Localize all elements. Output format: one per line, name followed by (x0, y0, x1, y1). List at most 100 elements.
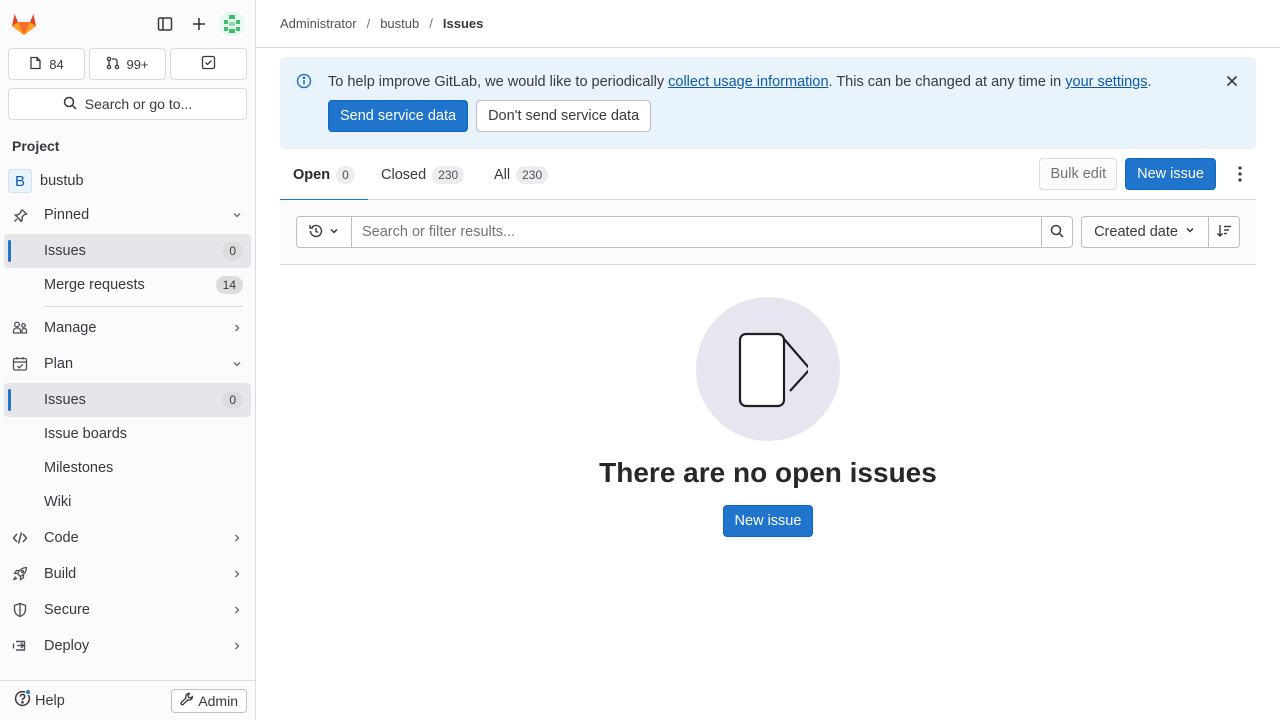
empty-state-title: There are no open issues (599, 457, 937, 488)
sidebar-header (0, 0, 255, 48)
section-title: Project (12, 138, 60, 154)
plan-issues-count-badge: 0 (222, 391, 243, 409)
your-settings-link[interactable]: your settings (1065, 74, 1147, 90)
chevron-right-icon (231, 604, 243, 616)
tab-all[interactable]: All 230 (494, 149, 549, 200)
search-button[interactable]: Search or go to... (8, 88, 247, 120)
planning-icon (12, 356, 28, 372)
chevron-right-icon (231, 322, 243, 334)
sidebar-item-merge-requests[interactable]: Merge requests 14 (4, 268, 251, 302)
history-icon (308, 223, 324, 242)
sort-direction-button[interactable] (1208, 216, 1240, 248)
issues-count: 84 (49, 56, 64, 72)
merge-requests-counter[interactable]: 99+ (89, 48, 166, 80)
counters: 84 99+ (0, 48, 255, 80)
todos-counter[interactable] (170, 48, 247, 80)
more-actions-icon[interactable] (1224, 158, 1256, 190)
sidebar-item-build[interactable]: Build (4, 557, 251, 591)
search-icon (1050, 224, 1064, 241)
sidebar-item-issue-boards[interactable]: Issue boards (4, 417, 251, 451)
chevron-right-icon (231, 640, 243, 652)
tab-closed[interactable]: Closed 230 (381, 149, 465, 200)
tab-count: 0 (336, 165, 355, 184)
search-icon (63, 96, 77, 113)
issues-icon (29, 56, 43, 73)
tab-label: All (494, 166, 511, 183)
admin-label: Admin (198, 692, 238, 709)
manage-label: Manage (44, 320, 97, 336)
breadcrumb-current[interactable]: Issues (443, 16, 483, 31)
issues-count-badge: 0 (222, 242, 243, 260)
merge-requests-count: 99+ (126, 56, 149, 72)
recent-searches-button[interactable] (296, 216, 352, 248)
create-new-icon[interactable] (183, 8, 215, 40)
project-avatar: B (8, 169, 32, 193)
sort-label: Created date (1094, 224, 1178, 240)
wrench-icon (180, 692, 194, 709)
breadcrumb-separator: / (366, 16, 371, 31)
sidebar-item-manage[interactable]: Manage (4, 311, 251, 345)
chevron-down-icon (328, 224, 340, 240)
sidebar-item-plan[interactable]: Plan (4, 347, 251, 381)
banner-text-after: . (1147, 74, 1152, 90)
empty-state-new-issue-button[interactable]: New issue (722, 505, 814, 537)
sort-field-dropdown[interactable]: Created date (1081, 216, 1209, 248)
issue-state-tabs: Open 0 Closed 230 All 230 Bulk edit New … (280, 149, 1256, 201)
build-label: Build (44, 566, 77, 582)
toggle-sidebar-icon[interactable] (149, 8, 181, 40)
issues-counter[interactable]: 84 (8, 48, 85, 80)
breadcrumb-separator: / (429, 16, 433, 31)
divider (44, 306, 243, 307)
tab-label: Closed (381, 166, 427, 183)
sidebar: 84 99+ Search or go to... Project B bust… (0, 0, 256, 720)
dont-send-service-data-button[interactable]: Don't send service data (476, 100, 652, 132)
usage-data-banner: To help improve GitLab, we would like to… (280, 57, 1256, 149)
collect-usage-link[interactable]: collect usage information (668, 74, 828, 90)
gitlab-logo-icon[interactable] (10, 10, 38, 38)
help-label: Help (35, 692, 65, 709)
sidebar-item-pinned-issues[interactable]: Issues 0 (4, 234, 251, 268)
close-icon[interactable] (1224, 73, 1240, 92)
breadcrumb-item[interactable]: Administrator (280, 16, 357, 31)
deploy-label: Deploy (44, 638, 90, 654)
project-name: bustub (40, 173, 84, 189)
tab-open[interactable]: Open 0 (280, 149, 368, 201)
help-button[interactable]: Help (14, 689, 65, 711)
search-label: Search or go to... (84, 96, 193, 112)
sort-lowest-icon (1216, 223, 1232, 242)
todo-icon (201, 55, 216, 73)
sidebar-item-code[interactable]: Code (4, 521, 251, 555)
breadcrumb-item[interactable]: bustub (380, 16, 419, 31)
chevron-right-icon (231, 532, 243, 544)
new-issue-button[interactable]: New issue (1125, 158, 1216, 190)
chevron-down-icon (1184, 224, 1196, 240)
sidebar-item-label: Issues (44, 243, 86, 259)
sidebar-footer: Help Admin (0, 680, 255, 720)
sidebar-item-secure[interactable]: Secure (4, 593, 251, 627)
breadcrumb: Administrator / bustub / Issues (256, 0, 1280, 48)
sidebar-item-label: Milestones (44, 460, 114, 476)
filter-search-input[interactable] (351, 216, 1042, 248)
sidebar-item-deploy[interactable]: Deploy (4, 629, 251, 663)
sidebar-item-pinned[interactable]: Pinned (4, 198, 251, 232)
send-service-data-button[interactable]: Send service data (328, 100, 469, 132)
sidebar-item-wiki[interactable]: Wiki (4, 485, 251, 519)
sidebar-item-label: Issues (44, 392, 86, 408)
shield-icon (12, 602, 28, 618)
sidebar-item-milestones[interactable]: Milestones (4, 451, 251, 485)
sidebar-item-plan-issues[interactable]: Issues 0 (4, 383, 251, 417)
filter-bar: Created date (280, 200, 1256, 265)
sidebar-item-project[interactable]: B bustub (4, 164, 251, 198)
admin-button[interactable]: Admin (171, 688, 247, 713)
plan-label: Plan (44, 356, 74, 372)
empty-issues-illustration (696, 297, 840, 441)
information-icon (296, 73, 312, 92)
search-submit-button[interactable] (1041, 216, 1073, 248)
user-avatar[interactable] (219, 11, 245, 37)
tab-count: 230 (516, 165, 549, 184)
banner-text-before: To help improve GitLab, we would like to… (328, 74, 669, 90)
chevron-right-icon (231, 568, 243, 580)
merge-requests-count-badge: 14 (215, 276, 243, 294)
chevron-down-icon (231, 358, 243, 370)
bulk-edit-button[interactable]: Bulk edit (1039, 158, 1118, 190)
